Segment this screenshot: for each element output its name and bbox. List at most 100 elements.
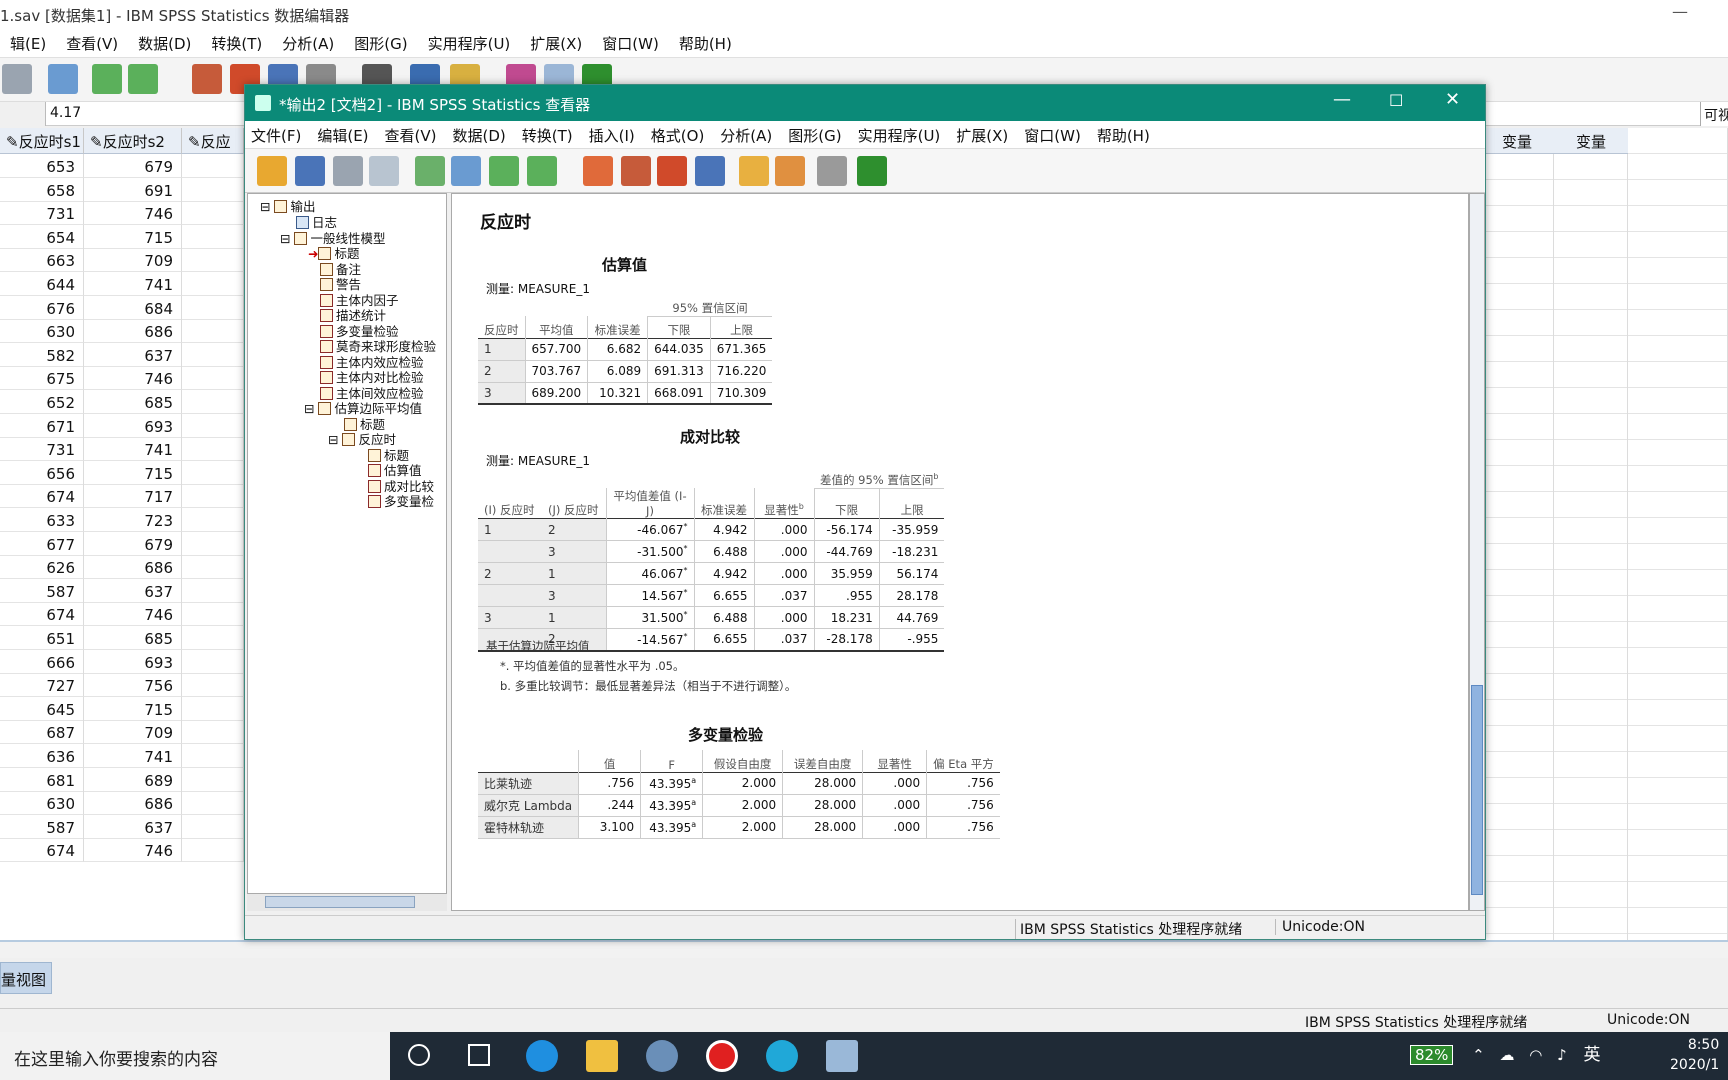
save-icon[interactable]: [295, 156, 325, 186]
recorder-icon[interactable]: [706, 1040, 738, 1072]
taskbar-clock[interactable]: 8:50 2020/1: [1670, 1035, 1719, 1075]
grid-cell[interactable]: 681: [0, 767, 84, 792]
grid-cell[interactable]: [182, 437, 244, 462]
menu-analyze[interactable]: 分析(A): [714, 121, 782, 148]
grid-cell[interactable]: 656: [0, 460, 84, 485]
grid-cell[interactable]: 630: [0, 791, 84, 816]
task-view-icon[interactable]: [468, 1044, 490, 1066]
menu-help[interactable]: 帮助(H): [669, 30, 742, 57]
grid-cell[interactable]: 691: [84, 177, 182, 202]
grid-cell[interactable]: 637: [84, 578, 182, 603]
menu-utilities[interactable]: 实用程序(U): [418, 30, 521, 57]
script-icon[interactable]: [775, 156, 805, 186]
grid-cell[interactable]: 677: [0, 531, 84, 556]
menu-insert[interactable]: 插入(I): [583, 121, 645, 148]
minimize-icon[interactable]: —: [1333, 89, 1351, 110]
menu-utilities[interactable]: 实用程序(U): [852, 121, 951, 148]
grid-cell[interactable]: [182, 791, 244, 816]
menu-data[interactable]: 数据(D): [128, 30, 201, 57]
undo-icon[interactable]: [92, 64, 122, 94]
grid-cell[interactable]: 741: [84, 272, 182, 296]
designate-window-icon[interactable]: [739, 156, 769, 186]
file-explorer-icon[interactable]: [586, 1040, 618, 1072]
close-icon[interactable]: ✕: [1445, 89, 1460, 110]
show-all-icon[interactable]: [817, 156, 847, 186]
print-icon[interactable]: [333, 156, 363, 186]
grid-cell[interactable]: 654: [0, 224, 84, 249]
variables-icon[interactable]: [695, 156, 725, 186]
grid-cell[interactable]: [182, 626, 244, 650]
grid-cell[interactable]: [182, 767, 244, 792]
grid-cell[interactable]: 587: [0, 814, 84, 839]
volume-icon[interactable]: ♪: [1557, 1046, 1567, 1064]
grid-cell[interactable]: 693: [84, 413, 182, 438]
grid-cell[interactable]: 709: [84, 248, 182, 273]
wifi-icon[interactable]: ◠: [1529, 1046, 1542, 1064]
redo-icon[interactable]: [128, 64, 158, 94]
grid-cell[interactable]: [182, 673, 244, 698]
menu-window[interactable]: 窗口(W): [1018, 121, 1091, 148]
goto-case-icon[interactable]: [192, 64, 222, 94]
print-preview-icon[interactable]: [369, 156, 399, 186]
grid-cell[interactable]: 637: [84, 342, 182, 367]
goto-variable-icon[interactable]: [657, 156, 687, 186]
grid-cell[interactable]: 644: [0, 272, 84, 296]
menu-format[interactable]: 格式(O): [645, 121, 715, 148]
grid-cell[interactable]: 675: [0, 366, 84, 391]
grid-cell[interactable]: [182, 390, 244, 414]
grid-cell[interactable]: 741: [84, 744, 182, 768]
export-icon[interactable]: [415, 156, 445, 186]
grid-cell[interactable]: 653: [0, 154, 84, 178]
grid-cell[interactable]: [182, 838, 244, 863]
menu-graphs[interactable]: 图形(G): [782, 121, 851, 148]
menu-transform[interactable]: 转换(T): [516, 121, 583, 148]
grid-cell[interactable]: 587: [0, 578, 84, 603]
grid-cell[interactable]: 676: [0, 295, 84, 320]
menu-help[interactable]: 帮助(H): [1091, 121, 1160, 148]
edge-icon[interactable]: [526, 1040, 558, 1072]
column-header-rt-s1[interactable]: ✎反应时s1: [0, 128, 84, 154]
undo-icon[interactable]: [489, 156, 519, 186]
outline-pane[interactable]: ⊟ 输出 日志 ⊟ 一般线性模型 ➜ 标题 备注 警告 主体内因子 描述统计 多变…: [247, 193, 447, 911]
minimize-icon[interactable]: —: [1672, 2, 1688, 21]
grid-cell[interactable]: [182, 720, 244, 745]
column-header-var[interactable]: 变量: [1480, 128, 1554, 154]
grid-cell[interactable]: 746: [84, 201, 182, 226]
grid-cell[interactable]: 663: [0, 248, 84, 273]
grid-cell[interactable]: 658: [0, 177, 84, 202]
grid-cell[interactable]: 637: [84, 814, 182, 839]
print-icon[interactable]: [2, 64, 32, 94]
content-scroll-thumb[interactable]: [1471, 685, 1483, 895]
grid-cell[interactable]: 636: [0, 744, 84, 768]
redo-icon[interactable]: [527, 156, 557, 186]
grid-cell[interactable]: [182, 201, 244, 226]
grid-cell[interactable]: [182, 295, 244, 320]
grid-cell[interactable]: [182, 555, 244, 580]
cell-value-input[interactable]: 4.17: [50, 105, 81, 121]
chevron-up-icon[interactable]: ⌃: [1472, 1046, 1485, 1064]
grid-cell[interactable]: 723: [84, 508, 182, 532]
grid-cell[interactable]: 715: [84, 460, 182, 485]
estimates-table[interactable]: 95% 置信区间 反应时 平均值 标准误差 下限 上限 1 657.700 6.68…: [478, 294, 773, 405]
grid-cell[interactable]: 652: [0, 390, 84, 414]
goto-case-icon[interactable]: [621, 156, 651, 186]
grid-cell[interactable]: [182, 578, 244, 603]
menu-view[interactable]: 查看(V): [379, 121, 447, 148]
grid-cell[interactable]: 630: [0, 319, 84, 344]
grid-cell[interactable]: 679: [84, 154, 182, 178]
column-header-var[interactable]: 变量: [1554, 128, 1628, 154]
grid-cell[interactable]: [182, 342, 244, 367]
grid-cell[interactable]: [182, 649, 244, 674]
app-e-icon[interactable]: [766, 1040, 798, 1072]
grid-cell[interactable]: 679: [84, 531, 182, 556]
pairwise-table[interactable]: 差值的 95% 置信区间b (I) 反应时 (J) 反应时 平均值差值 (I-J…: [478, 466, 945, 652]
grid-cell[interactable]: 687: [0, 720, 84, 745]
grid-cell[interactable]: 686: [84, 555, 182, 580]
grid-cell[interactable]: [182, 248, 244, 273]
grid-cell[interactable]: [182, 272, 244, 296]
menu-transform[interactable]: 转换(T): [201, 30, 272, 57]
extension-icon[interactable]: [857, 156, 887, 186]
menu-window[interactable]: 窗口(W): [592, 30, 669, 57]
grid-cell[interactable]: 671: [0, 413, 84, 438]
grid-cell[interactable]: 746: [84, 838, 182, 863]
